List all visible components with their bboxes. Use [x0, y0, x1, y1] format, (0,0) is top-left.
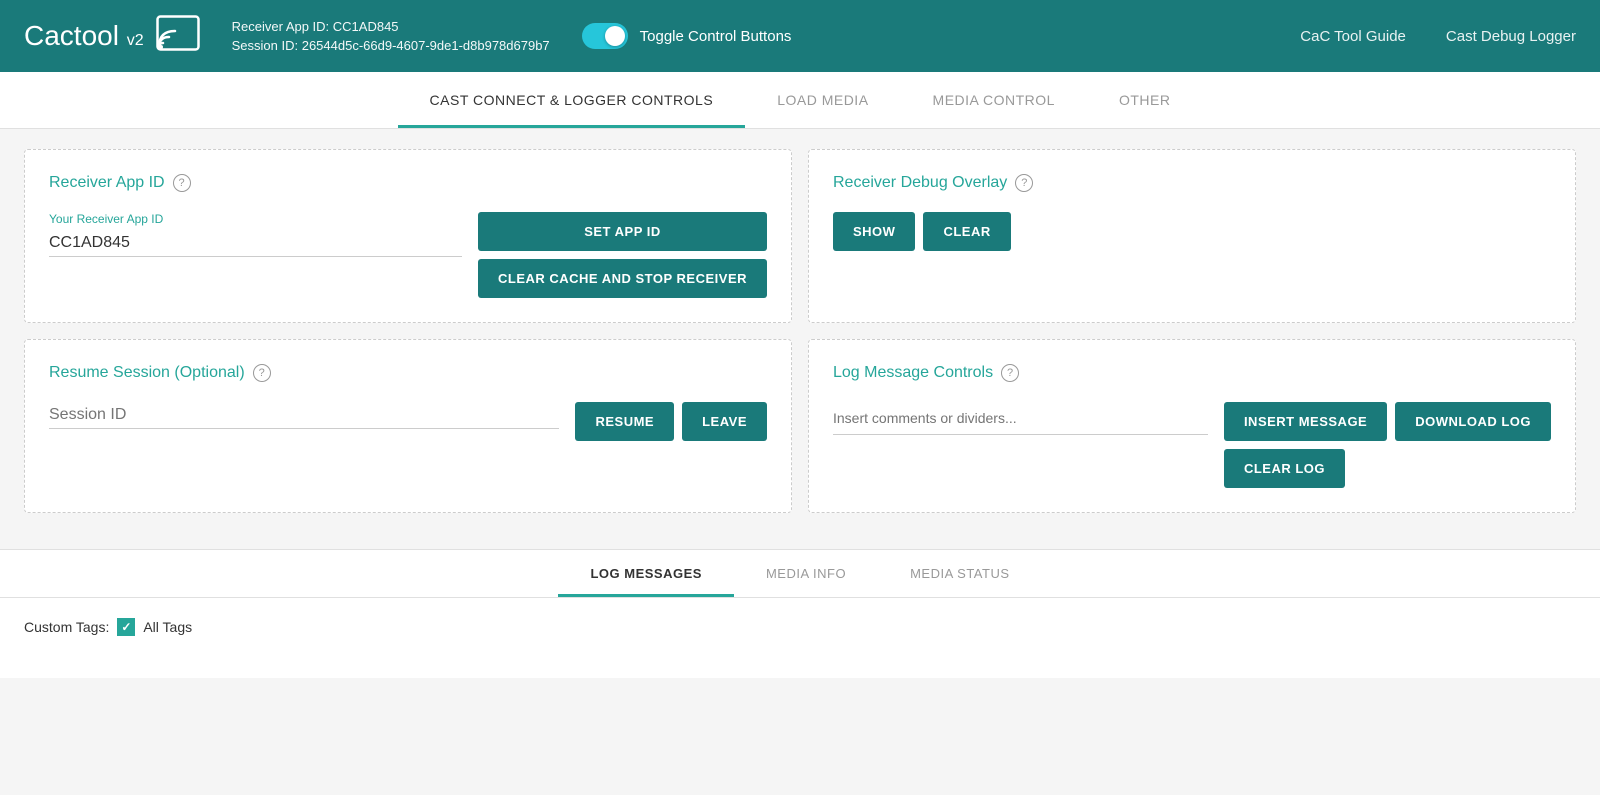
- receiver-debug-help-icon[interactable]: ?: [1015, 174, 1033, 192]
- log-message-controls-title: Log Message Controls ?: [833, 364, 1551, 382]
- header-nav: CaC Tool Guide Cast Debug Logger: [1300, 28, 1576, 45]
- log-message-controls-body: INSERT MESSAGE DOWNLOAD LOG CLEAR LOG: [833, 402, 1551, 488]
- resume-session-help-icon[interactable]: ?: [253, 364, 271, 382]
- resume-session-card: Resume Session (Optional) ? RESUME LEAVE: [24, 339, 792, 513]
- log-message-controls-help-icon[interactable]: ?: [1001, 364, 1019, 382]
- resume-session-title: Resume Session (Optional) ?: [49, 364, 767, 382]
- custom-tags: Custom Tags: All Tags: [24, 618, 1576, 636]
- session-id-input-section: [49, 402, 559, 429]
- cast-debug-logger-link[interactable]: Cast Debug Logger: [1446, 28, 1576, 45]
- log-buttons-row1: INSERT MESSAGE DOWNLOAD LOG: [1224, 402, 1551, 441]
- set-app-id-button[interactable]: SET APP ID: [478, 212, 767, 251]
- logo-version: v2: [127, 32, 144, 49]
- cast-icon: [156, 15, 200, 58]
- header-info: Receiver App ID: CC1AD845 Session ID: 26…: [232, 19, 550, 53]
- tab-media-info[interactable]: MEDIA INFO: [734, 550, 878, 597]
- leave-button[interactable]: LEAVE: [682, 402, 767, 441]
- logo-text: Cactool v2: [24, 20, 144, 52]
- receiver-app-id-body: Your Receiver App ID SET APP ID CLEAR CA…: [49, 212, 767, 298]
- bottom-section: LOG MESSAGES MEDIA INFO MEDIA STATUS Cus…: [0, 549, 1600, 678]
- receiver-app-id-card: Receiver App ID ? Your Receiver App ID S…: [24, 149, 792, 323]
- clear-cache-button[interactable]: CLEAR CACHE AND STOP RECEIVER: [478, 259, 767, 298]
- clear-overlay-button[interactable]: CLEAR: [923, 212, 1010, 251]
- log-message-input[interactable]: [833, 402, 1208, 435]
- clear-log-button[interactable]: CLEAR LOG: [1224, 449, 1345, 488]
- tab-media-status[interactable]: MEDIA STATUS: [878, 550, 1041, 597]
- log-buttons: INSERT MESSAGE DOWNLOAD LOG CLEAR LOG: [1224, 402, 1551, 488]
- toggle-label: Toggle Control Buttons: [640, 28, 792, 45]
- tab-load-media[interactable]: LOAD MEDIA: [745, 72, 900, 128]
- receiver-app-id-title: Receiver App ID ?: [49, 174, 767, 192]
- header-receiver-app-id: Receiver App ID: CC1AD845: [232, 19, 550, 34]
- session-id-input[interactable]: [49, 402, 559, 429]
- tab-media-control[interactable]: MEDIA CONTROL: [901, 72, 1087, 128]
- log-message-controls-card: Log Message Controls ? INSERT MESSAGE DO…: [808, 339, 1576, 513]
- tab-cast-connect[interactable]: CAST CONNECT & LOGGER CONTROLS: [398, 72, 746, 128]
- main-content: Receiver App ID ? Your Receiver App ID S…: [0, 129, 1600, 533]
- cac-tool-guide-link[interactable]: CaC Tool Guide: [1300, 28, 1406, 45]
- header-session-id: Session ID: 26544d5c-66d9-4607-9de1-d8b9…: [232, 38, 550, 53]
- receiver-app-id-input-label: Your Receiver App ID: [49, 212, 462, 226]
- receiver-debug-title: Receiver Debug Overlay ?: [833, 174, 1551, 192]
- tab-log-messages[interactable]: LOG MESSAGES: [558, 550, 733, 597]
- download-log-button[interactable]: DOWNLOAD LOG: [1395, 402, 1551, 441]
- toggle-control-buttons[interactable]: [582, 23, 628, 49]
- all-tags-label: All Tags: [143, 619, 192, 635]
- resume-session-buttons: RESUME LEAVE: [575, 402, 767, 441]
- receiver-app-id-help-icon[interactable]: ?: [173, 174, 191, 192]
- all-tags-checkbox[interactable]: [117, 618, 135, 636]
- receiver-debug-body: SHOW CLEAR: [833, 212, 1551, 251]
- insert-message-button[interactable]: INSERT MESSAGE: [1224, 402, 1387, 441]
- resume-session-body: RESUME LEAVE: [49, 402, 767, 441]
- receiver-app-id-input[interactable]: [49, 230, 462, 257]
- bottom-tabs: LOG MESSAGES MEDIA INFO MEDIA STATUS: [0, 550, 1600, 598]
- bottom-content: Custom Tags: All Tags: [0, 598, 1600, 678]
- app-header: Cactool v2 Receiver App ID: CC1AD845 Ses…: [0, 0, 1600, 72]
- cards-grid: Receiver App ID ? Your Receiver App ID S…: [24, 149, 1576, 513]
- toggle-section: Toggle Control Buttons: [582, 23, 792, 49]
- tab-other[interactable]: OTHER: [1087, 72, 1203, 128]
- resume-button[interactable]: RESUME: [575, 402, 674, 441]
- receiver-debug-card: Receiver Debug Overlay ? SHOW CLEAR: [808, 149, 1576, 323]
- custom-tags-label: Custom Tags:: [24, 619, 109, 635]
- logo: Cactool v2: [24, 15, 200, 58]
- show-overlay-button[interactable]: SHOW: [833, 212, 915, 251]
- receiver-app-id-input-section: Your Receiver App ID: [49, 212, 462, 257]
- main-tabs: CAST CONNECT & LOGGER CONTROLS LOAD MEDI…: [0, 72, 1600, 129]
- receiver-app-id-buttons: SET APP ID CLEAR CACHE AND STOP RECEIVER: [478, 212, 767, 298]
